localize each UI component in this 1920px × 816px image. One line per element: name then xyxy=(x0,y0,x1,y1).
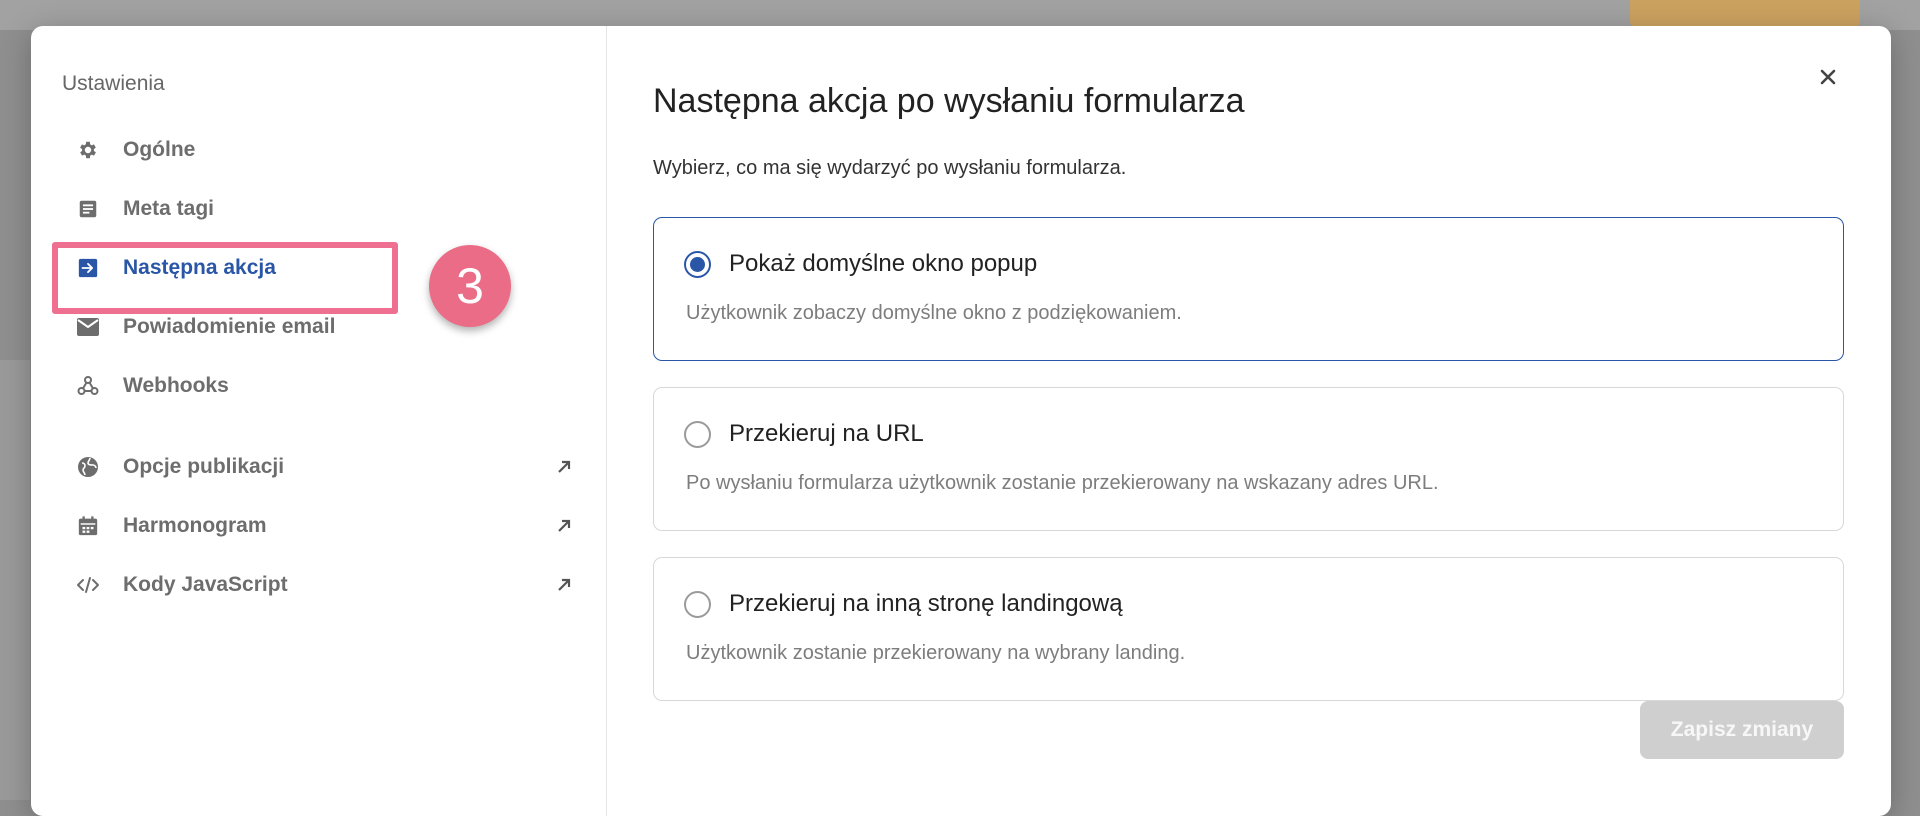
sidebar-item-label: Meta tagi xyxy=(123,197,215,220)
sidebar-item-javascript-codes[interactable]: Kody JavaScript xyxy=(31,563,606,607)
sidebar-nav: Ogólne Meta tagi Następna akcja Powiadom… xyxy=(31,128,606,607)
settings-modal: Ustawienia Ogólne Meta tagi Następna akc… xyxy=(31,26,1891,816)
sidebar-item-next-action[interactable]: Następna akcja xyxy=(31,246,606,290)
page-title: Następna akcja po wysłaniu formularza xyxy=(653,82,1245,120)
sidebar-item-publish-options[interactable]: Opcje publikacji xyxy=(31,445,606,489)
close-icon xyxy=(1820,69,1836,90)
option-description: Po wysłaniu formularza użytkownik zostan… xyxy=(686,472,1439,494)
option-redirect-landing[interactable]: Przekieruj na inną stronę landingową Uży… xyxy=(653,557,1844,701)
page-subtitle: Wybierz, co ma się wydarzyć po wysłaniu … xyxy=(653,157,1127,179)
settings-sidebar: Ustawienia Ogólne Meta tagi Następna akc… xyxy=(31,26,607,816)
arrow-right-box-icon xyxy=(75,255,101,281)
option-header: Przekieruj na URL xyxy=(684,420,1843,448)
sidebar-item-label: Ogólne xyxy=(123,138,196,161)
background-app-panel xyxy=(0,360,30,800)
gear-icon xyxy=(75,137,101,163)
close-button[interactable] xyxy=(1813,64,1843,94)
webhook-icon xyxy=(75,373,101,399)
sidebar-item-label: Opcje publikacji xyxy=(123,455,285,478)
sidebar-item-label: Webhooks xyxy=(123,374,229,397)
option-label: Pokaż domyślne okno popup xyxy=(729,250,1038,277)
option-redirect-url[interactable]: Przekieruj na URL Po wysłaniu formularza… xyxy=(653,387,1844,531)
external-link-icon xyxy=(554,516,574,536)
radio-button[interactable] xyxy=(684,590,711,618)
radio-button[interactable] xyxy=(684,250,711,278)
sidebar-title: Ustawienia xyxy=(62,72,165,95)
sidebar-item-email-notification[interactable]: Powiadomienie email xyxy=(31,305,606,349)
sidebar-item-schedule[interactable]: Harmonogram xyxy=(31,504,606,548)
sidebar-item-label: Powiadomienie email xyxy=(123,315,336,338)
sidebar-item-webhooks[interactable]: Webhooks xyxy=(31,364,606,408)
external-link-icon xyxy=(554,575,574,595)
option-label: Przekieruj na URL xyxy=(729,420,924,447)
background-app-accent-button xyxy=(1630,0,1860,26)
option-header: Pokaż domyślne okno popup xyxy=(684,250,1843,278)
document-icon xyxy=(75,196,101,222)
calendar-icon xyxy=(75,513,101,539)
code-icon xyxy=(75,572,101,598)
sidebar-spacer xyxy=(31,423,606,445)
settings-content: Następna akcja po wysłaniu formularza Wy… xyxy=(607,26,1891,816)
envelope-icon xyxy=(75,314,101,340)
annotation-step-badge: 3 xyxy=(429,245,511,327)
option-default-popup[interactable]: Pokaż domyślne okno popup Użytkownik zob… xyxy=(653,217,1844,361)
option-description: Użytkownik zostanie przekierowany na wyb… xyxy=(686,642,1186,664)
external-link-icon xyxy=(554,457,574,477)
sidebar-item-label: Kody JavaScript xyxy=(123,573,288,596)
option-header: Przekieruj na inną stronę landingową xyxy=(684,590,1843,618)
sidebar-item-label: Następna akcja xyxy=(123,256,276,279)
save-button[interactable]: Zapisz zmiany xyxy=(1640,701,1844,759)
option-description: Użytkownik zobaczy domyślne okno z podzi… xyxy=(686,302,1182,324)
globe-icon xyxy=(75,454,101,480)
radio-button[interactable] xyxy=(684,420,711,448)
sidebar-item-general[interactable]: Ogólne xyxy=(31,128,606,172)
sidebar-item-meta-tags[interactable]: Meta tagi xyxy=(31,187,606,231)
sidebar-item-label: Harmonogram xyxy=(123,514,267,537)
option-label: Przekieruj na inną stronę landingową xyxy=(729,590,1123,617)
